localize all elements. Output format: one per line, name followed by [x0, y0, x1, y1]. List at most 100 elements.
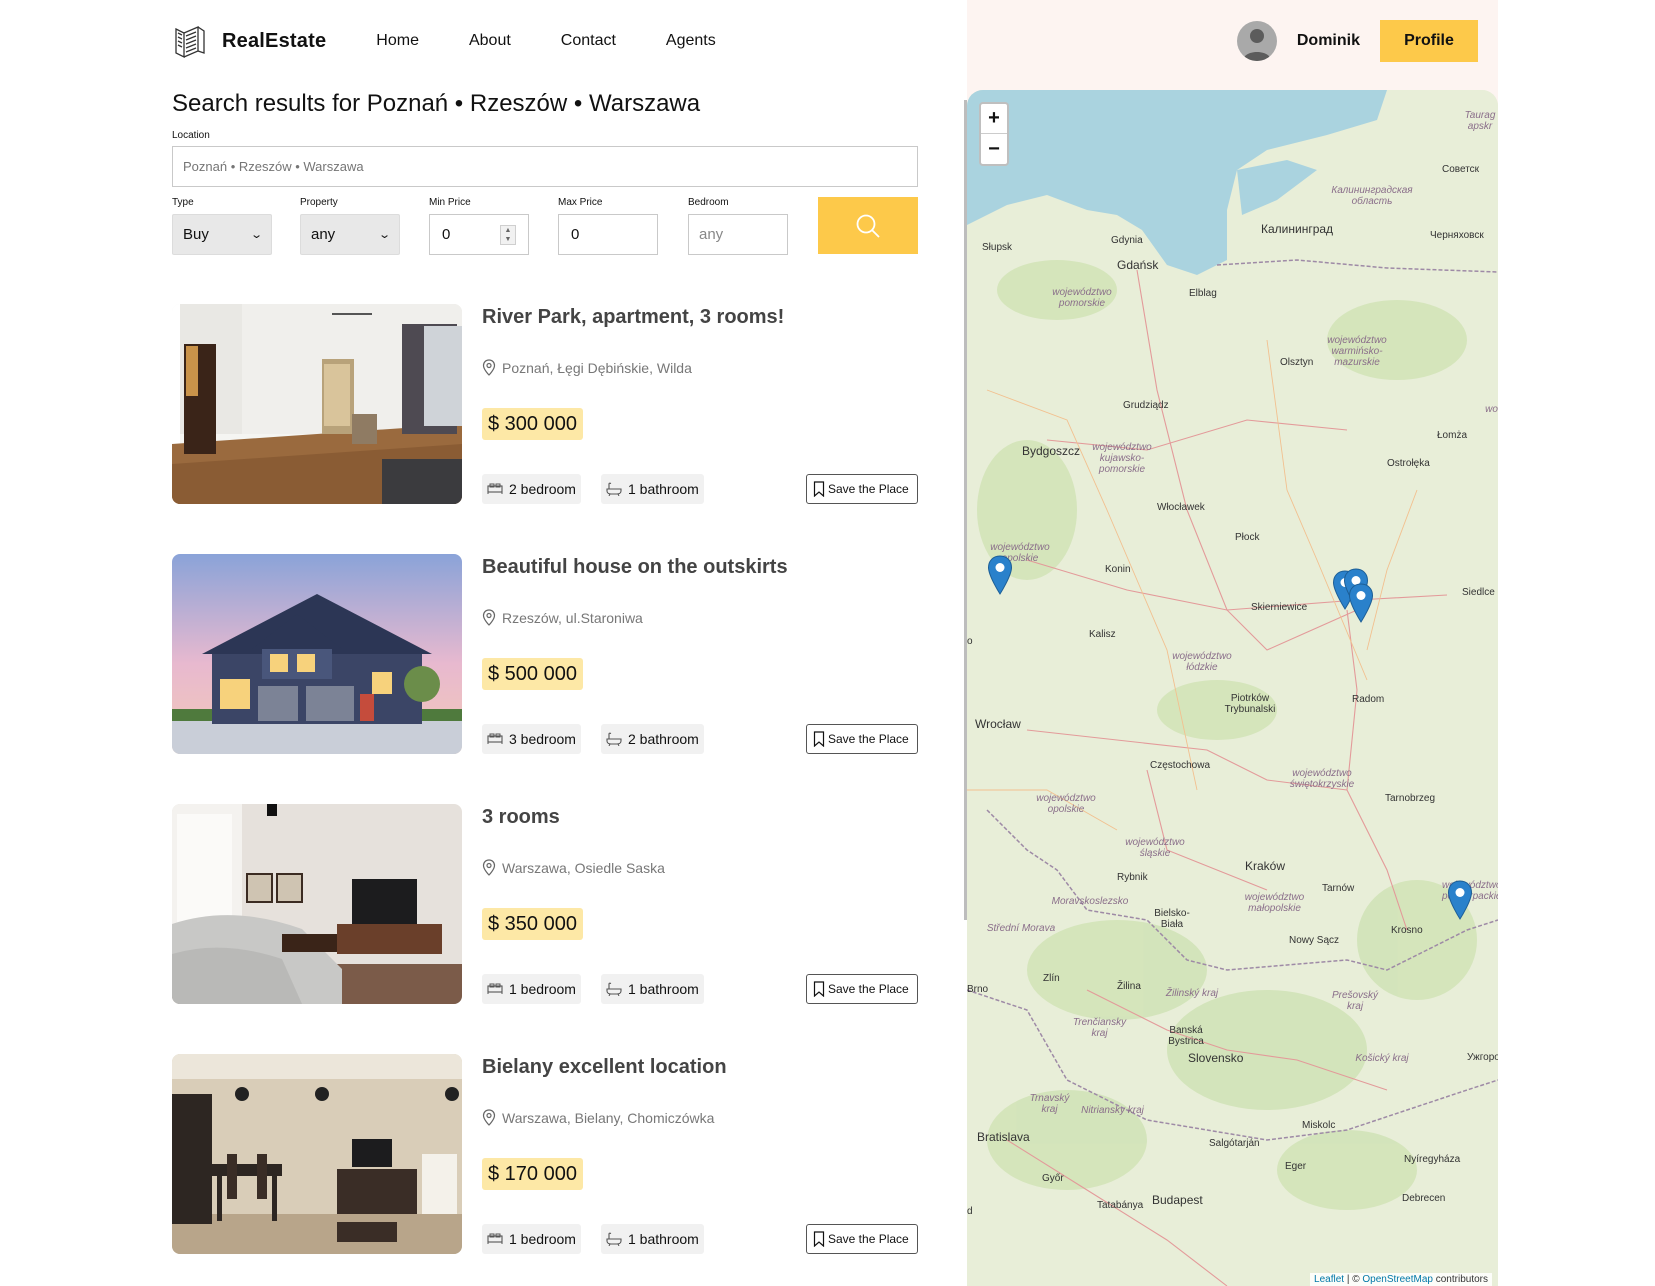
nav-agents-link[interactable]: Agents [666, 32, 716, 50]
bedroom-count: 2 bedroom [482, 474, 581, 504]
map-label: Płock [1235, 532, 1260, 543]
bedroom-count-text: 2 bedroom [509, 481, 576, 497]
type-select[interactable]: Buy ⌄ [172, 214, 272, 255]
map-marker-pin-icon[interactable] [1447, 880, 1473, 920]
map-label: Bydgoszcz [1022, 444, 1081, 458]
listing-price: $ 300 000 [482, 408, 583, 440]
bathroom-count-text: 2 bathroom [628, 731, 699, 747]
listing-price: $ 170 000 [482, 1158, 583, 1190]
bed-icon [487, 1233, 503, 1244]
map-marker-pin-icon[interactable] [1348, 583, 1374, 623]
search-icon [856, 214, 880, 238]
listing-card[interactable]: River Park, apartment, 3 rooms! Poznań, … [172, 304, 918, 504]
listing-price: $ 350 000 [482, 908, 583, 940]
avatar[interactable] [1236, 21, 1277, 61]
listing-card[interactable]: 3 rooms Warszawa, Osiedle Saska $ 350 00… [172, 804, 918, 1004]
map-label: Budapest [1152, 1193, 1203, 1207]
map-label: województwo łódzkie [1172, 651, 1232, 673]
bathroom-count-text: 1 bathroom [628, 981, 699, 997]
min-price-input[interactable]: 0 ▲ ▼ [429, 214, 529, 255]
listing-photo[interactable] [172, 554, 462, 754]
listing-photo[interactable] [172, 304, 462, 504]
map-label: Słupsk [982, 242, 1013, 253]
location-pin-icon [482, 859, 496, 876]
zoom-in-button[interactable]: + [981, 104, 1007, 134]
type-label: Type [172, 197, 194, 208]
map-label: Калининград [1261, 222, 1334, 236]
listing-price: $ 500 000 [482, 658, 583, 690]
map-label: województwo opolskie [1036, 793, 1096, 815]
bookmark-icon [813, 481, 825, 497]
min-price-label: Min Price [429, 197, 471, 208]
bedroom-input[interactable]: any [688, 214, 788, 255]
zoom-out-button[interactable]: − [981, 134, 1007, 164]
listing-card[interactable]: Bielany excellent location Warszawa, Bie… [172, 1054, 918, 1254]
attribution-separator: | © [1344, 1274, 1363, 1285]
search-results-title: Search results for Poznań • Rzeszów • Wa… [172, 90, 701, 117]
property-select[interactable]: any ⌄ [300, 214, 400, 255]
top-navbar: RealEstate Home About Contact Agents [172, 18, 716, 64]
save-place-label: Save the Place [828, 1232, 909, 1246]
listing-photo[interactable] [172, 804, 462, 1004]
nav-contact-link[interactable]: Contact [561, 32, 616, 50]
map-label: Черняховск [1430, 230, 1484, 241]
listing-title[interactable]: Beautiful house on the outskirts [482, 556, 788, 579]
location-pin-icon [482, 609, 496, 626]
bath-icon [606, 482, 622, 496]
listing-card[interactable]: Beautiful house on the outskirts Rzeszów… [172, 554, 918, 754]
chevron-down-icon: ⌄ [249, 229, 263, 241]
map-label: województwo kujawsko-pomorskie [1092, 442, 1152, 475]
map-label: Tarnobrzeg [1385, 793, 1436, 804]
osm-link[interactable]: OpenStreetMap [1362, 1274, 1433, 1285]
nav-home-link[interactable]: Home [376, 32, 419, 50]
profile-button[interactable]: Profile [1380, 20, 1478, 62]
map-label: Olsztyn [1280, 357, 1314, 368]
map-label: Łomża [1437, 430, 1468, 441]
listing-title[interactable]: Bielany excellent location [482, 1056, 727, 1079]
leaflet-link[interactable]: Leaflet [1314, 1274, 1344, 1285]
listing-title[interactable]: 3 rooms [482, 806, 560, 829]
brand-logo[interactable]: RealEstate [172, 23, 326, 59]
nav-about-link[interactable]: About [469, 32, 511, 50]
user-silhouette-icon [1242, 29, 1271, 61]
map-label: Slovensko [1188, 1051, 1244, 1065]
save-place-button[interactable]: Save the Place [806, 1224, 918, 1254]
map-label: Nyíregyháza [1404, 1154, 1461, 1165]
save-place-button[interactable]: Save the Place [806, 474, 918, 504]
listing-title[interactable]: River Park, apartment, 3 rooms! [482, 306, 784, 329]
location-pin-icon [482, 1109, 496, 1126]
map-label: Moravskoslezsko [1051, 896, 1129, 907]
map-label: Советск [1442, 164, 1480, 175]
map-label: Žilinský kraj [1165, 988, 1219, 999]
nav-links: Home About Contact Agents [376, 32, 715, 50]
map-label: Győr [1042, 1173, 1064, 1184]
map-label: Střední Morava [986, 923, 1056, 934]
map-label: Zlín [1043, 973, 1060, 984]
bookmark-icon [813, 981, 825, 997]
map-label: Siedlce [1462, 587, 1495, 598]
map-marker-pin-icon[interactable] [987, 555, 1013, 595]
bedroom-count: 3 bedroom [482, 724, 581, 754]
save-place-button[interactable]: Save the Place [806, 974, 918, 1004]
map-label: Włocławek [1157, 502, 1205, 513]
max-price-input[interactable]: 0 [558, 214, 658, 255]
map-label: Košický kraj [1355, 1053, 1409, 1064]
listing-address: Poznań, Łęgi Dębińskie, Wilda [482, 359, 692, 376]
bathroom-count: 1 bathroom [601, 974, 704, 1004]
type-select-value: Buy [183, 226, 209, 243]
map-label: województwo śląskie [1125, 837, 1185, 859]
listing-photo[interactable] [172, 1054, 462, 1254]
map-label: Rybnik [1117, 872, 1148, 883]
map-label: Taurag apskr [1464, 110, 1496, 132]
number-spinner-icon[interactable]: ▲ ▼ [500, 224, 516, 245]
map-view[interactable]: + − Słupsk Gdynia Gdańsk Elblag Калининг… [967, 90, 1498, 1286]
min-price-value: 0 [442, 226, 451, 243]
map-label: Калининградская область [1331, 185, 1413, 207]
location-input[interactable] [172, 146, 918, 187]
save-place-button[interactable]: Save the Place [806, 724, 918, 754]
map-label: Częstochowa [1150, 760, 1211, 771]
search-button[interactable] [818, 197, 918, 254]
bedroom-count: 1 bedroom [482, 1224, 581, 1254]
map-label: Krosno [1391, 925, 1423, 936]
listing-address: Rzeszów, ul.Staroniwa [482, 609, 643, 626]
